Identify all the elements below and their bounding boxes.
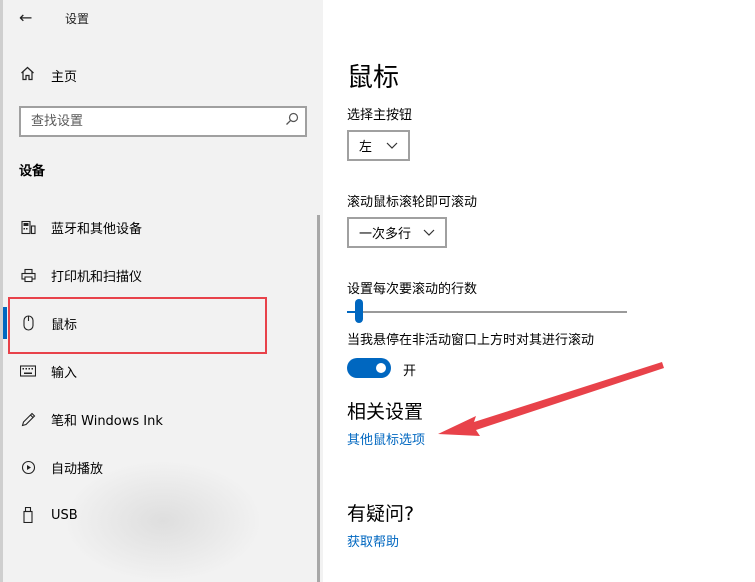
sidebar-item-autoplay[interactable]: 自动播放	[20, 455, 103, 479]
page-title: 鼠标	[347, 63, 400, 93]
sidebar-item-typing[interactable]: 输入	[20, 359, 77, 383]
lines-slider-thumb[interactable]	[355, 299, 364, 323]
primary-button-label: 选择主按钮	[347, 108, 413, 123]
wheel-scroll-dropdown[interactable]: 一次多行	[347, 217, 447, 248]
sidebar-scrollbar[interactable]	[317, 215, 320, 582]
autoplay-icon	[20, 460, 36, 475]
chevron-down-icon	[423, 226, 435, 239]
bluetooth-devices-icon	[20, 220, 36, 235]
dropdown-value: 一次多行	[359, 227, 412, 242]
printer-icon	[20, 268, 36, 283]
sidebar-section-heading: 设备	[19, 164, 46, 179]
annotation-highlight-box	[8, 297, 267, 354]
home-icon	[20, 66, 36, 85]
sidebar-item-label: 主页	[51, 69, 78, 85]
sidebar	[0, 0, 323, 582]
dropdown-value: 左	[359, 140, 373, 155]
keyboard-icon	[20, 365, 36, 377]
chevron-down-icon	[386, 139, 398, 152]
sidebar-item-bluetooth[interactable]: 蓝牙和其他设备	[20, 215, 142, 239]
inactive-scroll-label: 当我悬停在非活动窗口上方时对其进行滚动	[347, 333, 595, 348]
search-box[interactable]	[19, 106, 307, 137]
sidebar-item-pen[interactable]: 笔和 Windows Ink	[20, 407, 163, 431]
search-input[interactable]	[21, 108, 261, 135]
sidebar-item-label: 输入	[51, 365, 78, 381]
sidebar-item-label: 蓝牙和其他设备	[51, 221, 143, 237]
sidebar-item-label: 自动播放	[51, 461, 104, 477]
wheel-scroll-label: 滚动鼠标滚轮即可滚动	[347, 195, 478, 210]
lines-slider-track[interactable]	[347, 311, 627, 313]
sidebar-item-home[interactable]: 主页	[20, 64, 77, 86]
search-icon[interactable]	[285, 112, 299, 130]
app-title: 设置	[65, 12, 90, 26]
annotation-arrow	[438, 362, 664, 436]
primary-button-dropdown[interactable]: 左	[347, 130, 410, 161]
toggle-knob	[376, 363, 386, 373]
lines-to-scroll-label: 设置每次要滚动的行数	[347, 282, 478, 297]
help-heading: 有疑问?	[347, 503, 415, 525]
sidebar-item-label: 笔和 Windows Ink	[51, 413, 163, 429]
sidebar-item-printers[interactable]: 打印机和扫描仪	[20, 263, 142, 287]
additional-mouse-options-link[interactable]: 其他鼠标选项	[347, 429, 425, 448]
sidebar-item-label: 打印机和扫描仪	[51, 269, 143, 285]
sidebar-item-usb[interactable]: USB	[20, 503, 78, 527]
selected-indicator	[3, 307, 7, 339]
title-bar: ← 设置	[3, 0, 323, 36]
inactive-scroll-toggle[interactable]	[347, 358, 391, 378]
toggle-state-label: 开	[403, 364, 417, 379]
sidebar-item-label: USB	[51, 507, 78, 523]
back-button[interactable]: ←	[19, 8, 32, 27]
related-settings-heading: 相关设置	[347, 401, 424, 423]
lines-slider-fill	[347, 311, 356, 313]
pen-icon	[20, 412, 36, 427]
usb-icon	[20, 507, 36, 523]
get-help-link[interactable]: 获取帮助	[347, 531, 399, 550]
